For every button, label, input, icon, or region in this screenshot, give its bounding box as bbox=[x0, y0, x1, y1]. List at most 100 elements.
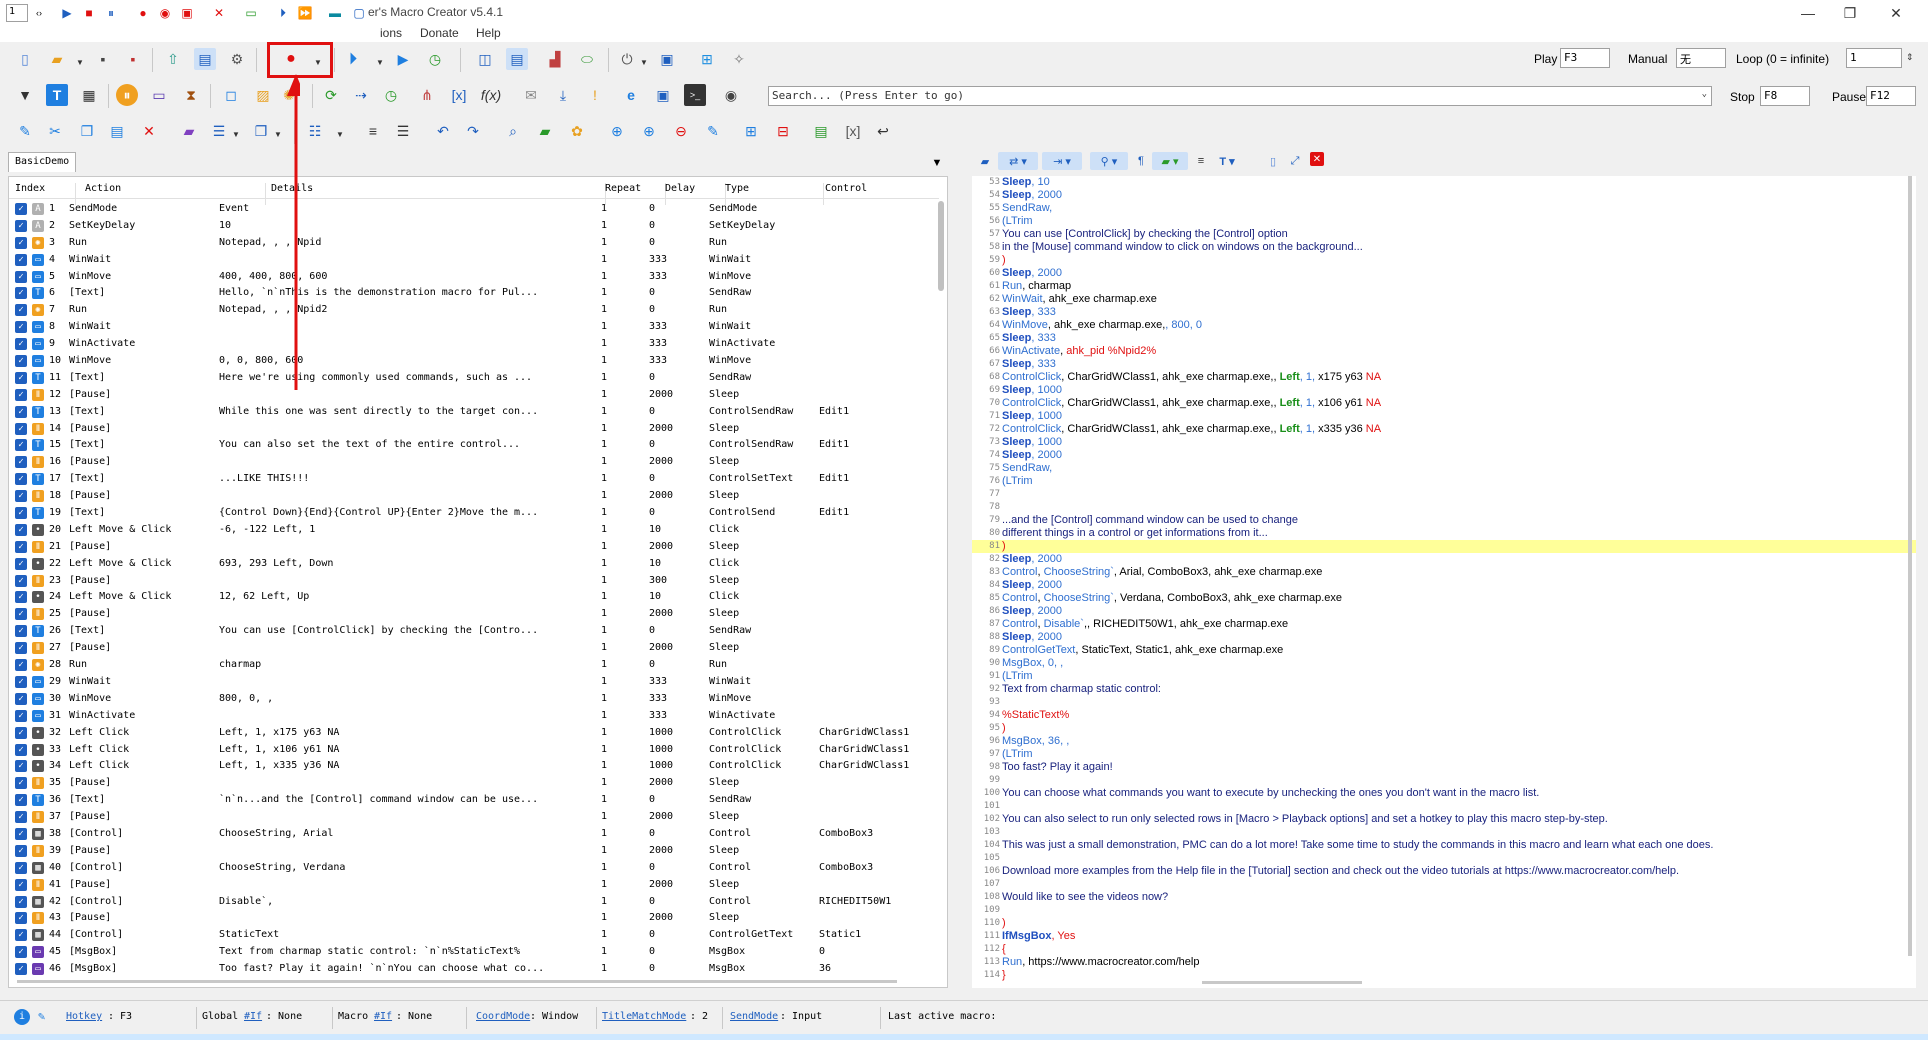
code-line[interactable]: 58 in the [Mouse] command window to click… bbox=[972, 241, 1916, 254]
code-line[interactable]: 112{ bbox=[972, 943, 1916, 956]
row-checkbox[interactable]: ✓ bbox=[15, 827, 27, 840]
code-line[interactable]: 72 ControlClick, CharGridWClass1, ahk_exe… bbox=[972, 423, 1916, 436]
timer-icon[interactable]: ◷ bbox=[424, 48, 446, 70]
table-row[interactable]: ✓ • 32 Left Click Left, 1, x175 y63 NA 1 1000 C… bbox=[9, 725, 939, 742]
loop-field[interactable]: 1 bbox=[1846, 48, 1902, 68]
row-checkbox[interactable]: ✓ bbox=[15, 456, 27, 469]
new-file-icon[interactable]: ▯ bbox=[14, 48, 36, 70]
code-line[interactable]: 79 ...and the [Control] command window ca… bbox=[972, 514, 1916, 527]
function-icon[interactable]: f(x) bbox=[480, 84, 502, 106]
table-row[interactable]: ✓ A 1 SendMode Event 1 0 SendMode bbox=[9, 201, 939, 218]
code-line[interactable]: 90 MsgBox, 0, , bbox=[972, 657, 1916, 670]
table-row[interactable]: ✓ Ⅱ 18 [Pause] 1 2000 Sleep bbox=[9, 488, 939, 505]
status-global-if[interactable]: #If bbox=[244, 1011, 262, 1022]
loop-cmd-icon[interactable]: ⟳ bbox=[320, 84, 342, 106]
code-line[interactable]: 106 Download more examples from the Help … bbox=[972, 865, 1916, 878]
code-line[interactable]: 107 bbox=[972, 878, 1916, 891]
variable-remove-icon[interactable]: [x] bbox=[842, 120, 864, 142]
loop-spin-icon[interactable]: ⇕ bbox=[1906, 52, 1914, 63]
table-row[interactable]: ✓ T 19 [Text] {Control Down}{End}{Control UP… bbox=[9, 505, 939, 522]
info-icon[interactable]: i bbox=[14, 1009, 30, 1025]
code-line[interactable]: 81) bbox=[972, 540, 1916, 553]
windows-logo-icon[interactable]: ⊞ bbox=[696, 48, 718, 70]
editor-horizontal-scrollbar[interactable] bbox=[1202, 981, 1362, 984]
table-row[interactable]: ✓ • 34 Left Click Left, 1, x335 y36 NA 1 1000 C… bbox=[9, 758, 939, 775]
code-line[interactable]: 76 (LTrim bbox=[972, 475, 1916, 488]
code-line[interactable]: 67 Sleep, 333 bbox=[972, 358, 1916, 371]
row-checkbox[interactable]: ✓ bbox=[15, 203, 27, 215]
table-row[interactable]: ✓ ▭ 8 WinWait 1 333 WinWait bbox=[9, 319, 939, 336]
wrap-icon[interactable]: ⇄ ▾ bbox=[998, 152, 1038, 170]
variable-icon[interactable]: [x] bbox=[448, 84, 470, 106]
maximize-icon[interactable]: ❐ bbox=[1830, 2, 1870, 24]
code-line[interactable]: 102 You can also select to run only selec… bbox=[972, 813, 1916, 826]
table-row[interactable]: ✓ T 13 [Text] While this one was sent direct… bbox=[9, 404, 939, 421]
row-checkbox[interactable]: ✓ bbox=[15, 422, 27, 435]
table-row[interactable]: ✓ Ⅱ 21 [Pause] 1 2000 Sleep bbox=[9, 539, 939, 556]
code-line[interactable]: 71 Sleep, 1000 bbox=[972, 410, 1916, 423]
code-line[interactable]: 99 bbox=[972, 774, 1916, 787]
toggle-view-icon[interactable]: ▭ bbox=[242, 4, 260, 22]
row-checkbox[interactable]: ✓ bbox=[15, 726, 27, 739]
minimize-icon[interactable]: — bbox=[1788, 2, 1828, 24]
table-row[interactable]: ✓ ✺ 7 Run Notepad, , , Npid2 1 0 Run bbox=[9, 302, 939, 319]
code-line[interactable]: 78 bbox=[972, 501, 1916, 514]
list-horizontal-scrollbar[interactable] bbox=[17, 980, 897, 983]
test-run-icon[interactable]: ▶ bbox=[392, 48, 414, 70]
play-next-icon[interactable]: ⏵ bbox=[274, 4, 292, 22]
row-checkbox[interactable]: ✓ bbox=[15, 236, 27, 249]
save-icon[interactable]: ▪ bbox=[92, 48, 114, 70]
code-line[interactable]: 86 Sleep, 2000 bbox=[972, 605, 1916, 618]
code-line[interactable]: 60 Sleep, 2000 bbox=[972, 267, 1916, 280]
table-row[interactable]: ✓ ✺ 28 Run charmap 1 0 Run bbox=[9, 657, 939, 674]
table-row[interactable]: ✓ T 11 [Text] Here we're using commonly used… bbox=[9, 370, 939, 387]
code-line[interactable]: 114} bbox=[972, 969, 1916, 982]
comment-icon[interactable]: ▰ bbox=[534, 120, 556, 142]
table-row[interactable]: ✓ • 22 Left Move & Click 693, 293 Left, Down… bbox=[9, 556, 939, 573]
code-line[interactable]: 85 Control, ChooseString`, Verdana, Combo… bbox=[972, 592, 1916, 605]
row-checkbox[interactable]: ✓ bbox=[15, 946, 27, 959]
row-checkbox[interactable]: ✓ bbox=[15, 692, 27, 705]
menu-item-help[interactable]: Help bbox=[476, 26, 501, 40]
tab-basicdemo[interactable]: BasicDemo bbox=[8, 152, 77, 172]
toggle-icon[interactable]: ⬭ bbox=[576, 48, 598, 70]
color-icon[interactable]: ✿ bbox=[566, 120, 588, 142]
export-code-icon[interactable]: ▯ bbox=[1264, 152, 1282, 170]
code-line[interactable]: 97 (LTrim bbox=[972, 748, 1916, 761]
fast-forward-icon[interactable]: ⏩ bbox=[296, 4, 314, 22]
code-line[interactable]: 80 different things in a control or get i… bbox=[972, 527, 1916, 540]
row-checkbox[interactable]: ✓ bbox=[15, 659, 27, 672]
macro-index-spin-icon[interactable]: ‹› bbox=[30, 4, 48, 22]
copy-icon[interactable]: ❐ bbox=[76, 120, 98, 142]
row-checkbox[interactable]: ✓ bbox=[15, 895, 27, 908]
export-icon[interactable]: ⇧ bbox=[162, 48, 184, 70]
code-line[interactable]: 70 ControlClick, CharGridWClass1, ahk_exe… bbox=[972, 397, 1916, 410]
table-row[interactable]: ✓ Ⅱ 16 [Pause] 1 2000 Sleep bbox=[9, 454, 939, 471]
table-row[interactable]: ✓ Ⅱ 39 [Pause] 1 2000 Sleep bbox=[9, 843, 939, 860]
row-checkbox[interactable]: ✓ bbox=[15, 355, 27, 368]
code-line[interactable]: 98 Too fast? Play it again! bbox=[972, 761, 1916, 774]
search-dropdown-icon[interactable]: ⌄ bbox=[1702, 89, 1707, 99]
code-line[interactable]: 73 Sleep, 1000 bbox=[972, 436, 1916, 449]
stop-hotkey-field[interactable]: F8 bbox=[1760, 86, 1810, 106]
console-icon[interactable]: >_ bbox=[684, 84, 706, 106]
close-icon[interactable]: ✕ bbox=[1876, 2, 1916, 24]
table-row[interactable]: ✓ ▭ 31 WinActivate 1 333 WinActivate bbox=[9, 708, 939, 725]
table-row[interactable]: ✓ ▭ 5 WinMove 400, 400, 800, 600 1 333 WinMove bbox=[9, 269, 939, 286]
list-vertical-scrollbar[interactable] bbox=[937, 191, 945, 971]
table-row[interactable]: ✓ ▭ 4 WinWait 1 333 WinWait bbox=[9, 252, 939, 269]
code-line[interactable]: 84 Sleep, 2000 bbox=[972, 579, 1916, 592]
code-line[interactable]: 69 Sleep, 1000 bbox=[972, 384, 1916, 397]
column-header[interactable]: Repeat bbox=[605, 183, 641, 194]
column-header[interactable]: Index bbox=[15, 183, 45, 194]
email-icon[interactable]: ✉ bbox=[520, 84, 542, 106]
table-row[interactable]: ✓ ▭ 9 WinActivate 1 333 WinActivate bbox=[9, 336, 939, 353]
status-titlematch-label[interactable]: TitleMatchMode bbox=[602, 1011, 686, 1022]
row-checkbox[interactable]: ✓ bbox=[15, 540, 27, 553]
cut-icon[interactable]: ✂ bbox=[44, 120, 66, 142]
code-line[interactable]: 110) bbox=[972, 917, 1916, 930]
chart-icon[interactable]: ▟ bbox=[544, 48, 566, 70]
row-checkbox[interactable]: ✓ bbox=[15, 878, 27, 891]
table-row[interactable]: ✓ • 20 Left Move & Click -6, -122 Left, 1 1 10… bbox=[9, 522, 939, 539]
select-icon[interactable]: ▰ bbox=[178, 120, 200, 142]
